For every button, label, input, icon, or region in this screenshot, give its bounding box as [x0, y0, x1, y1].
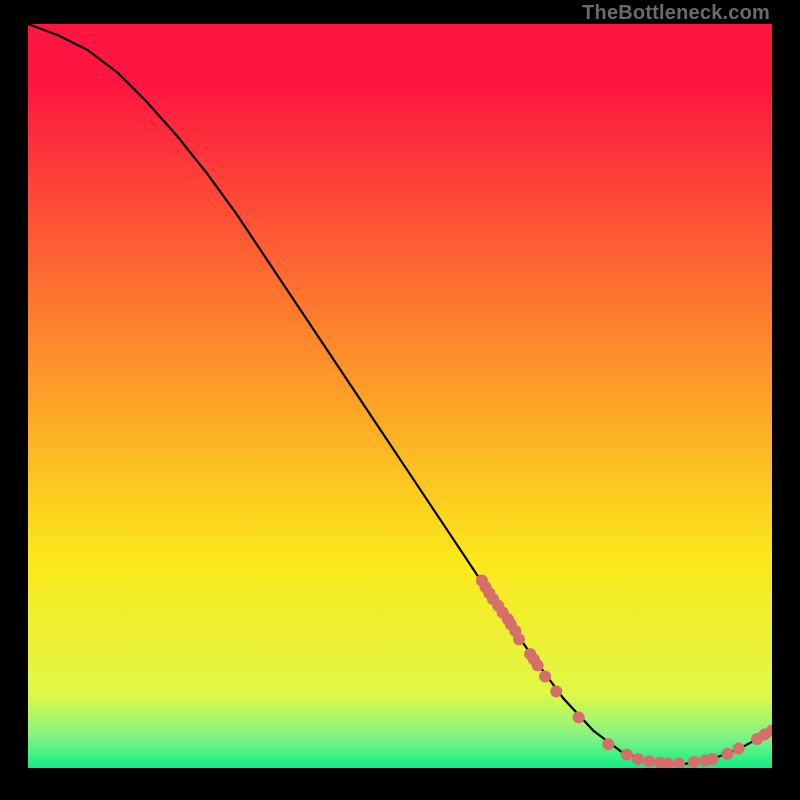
chart-point — [688, 756, 700, 768]
bottleneck-chart — [28, 24, 772, 768]
watermark-text: TheBottleneck.com — [582, 2, 770, 25]
chart-point — [706, 753, 718, 765]
chart-point — [573, 711, 585, 723]
chart-point — [643, 755, 655, 767]
chart-point — [602, 738, 614, 750]
chart-point — [721, 748, 733, 760]
chart-point — [621, 749, 633, 761]
chart-container — [28, 24, 772, 768]
chart-point — [632, 753, 644, 765]
chart-point — [539, 670, 551, 682]
chart-point — [733, 743, 745, 755]
chart-point — [532, 659, 544, 671]
chart-point — [513, 633, 525, 645]
chart-background — [28, 24, 772, 768]
chart-point — [550, 685, 562, 697]
